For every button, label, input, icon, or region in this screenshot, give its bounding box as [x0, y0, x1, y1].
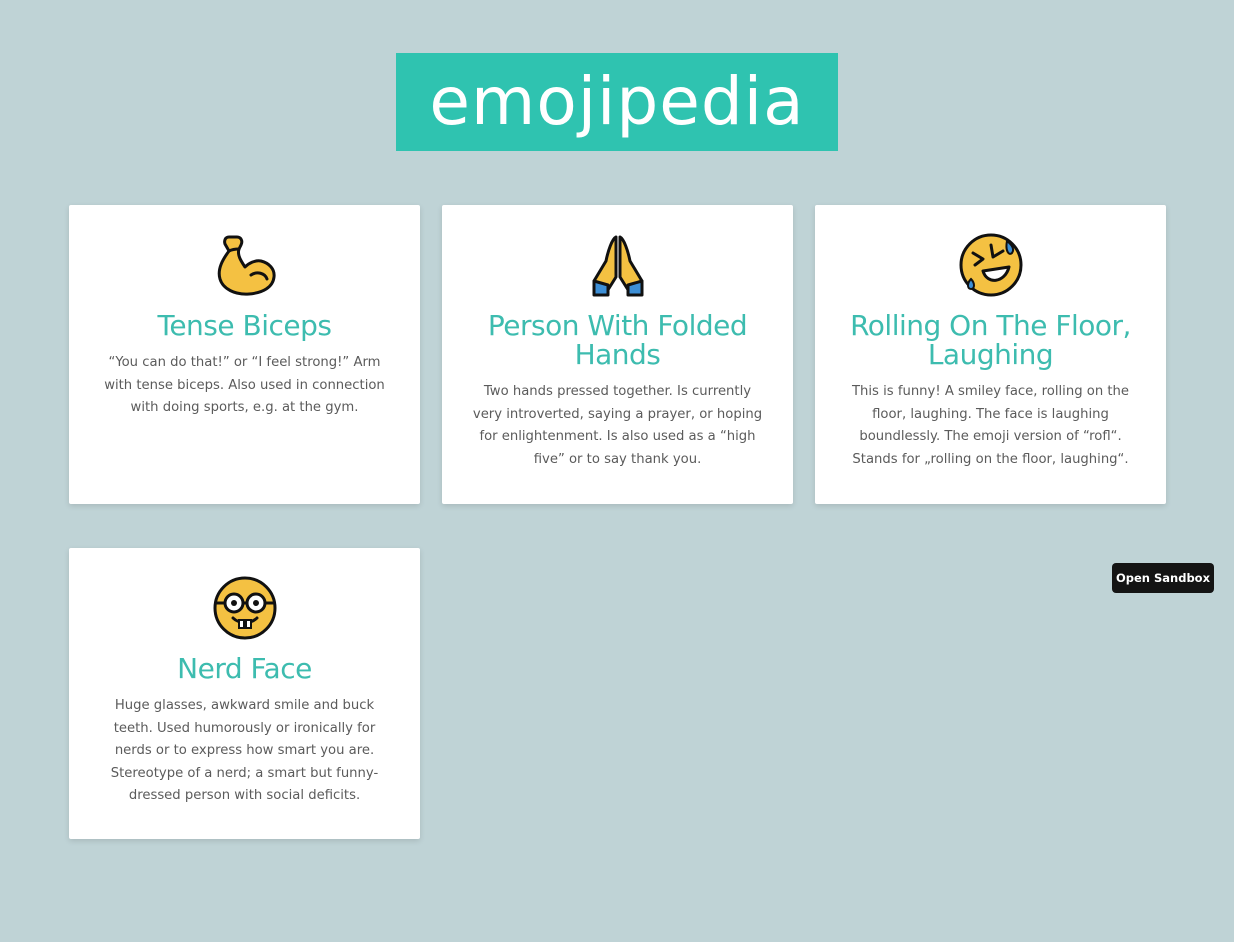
card-title: Person With Folded Hands: [487, 309, 748, 371]
card-description: Two hands pressed together. Is currently…: [472, 384, 763, 467]
card-description: Huge glasses, awkward smile and buck tee…: [110, 698, 379, 803]
emoji-card-rofl: Rolling On The Floor, Laughing This is f…: [815, 205, 1166, 504]
rolling-on-floor-laughing-icon: [959, 233, 1022, 297]
card-description: “You can do that!” or “I feel strong!” A…: [104, 355, 385, 415]
card-description: This is funny! A smiley face, rolling on…: [851, 384, 1130, 467]
open-sandbox-button[interactable]: Open Sandbox: [1112, 563, 1214, 593]
emojipedia-logo: emojipedia: [396, 53, 838, 151]
folded-hands-icon: [592, 235, 643, 297]
emoji-card-tense-biceps: Tense Biceps “You can do that!” or “I fe…: [69, 205, 420, 504]
emoji-card-nerd-face: Nerd Face Huge glasses, awkward smile an…: [69, 548, 420, 839]
emoji-card-folded-hands: Person With Folded Hands Two hands press…: [442, 205, 793, 504]
card-title: Rolling On The Floor, Laughing: [850, 309, 1131, 371]
card-title: Nerd Face: [177, 652, 312, 685]
nerd-face-icon: [213, 576, 276, 640]
flexed-biceps-icon: [217, 235, 276, 296]
card-title: Tense Biceps: [157, 309, 332, 342]
